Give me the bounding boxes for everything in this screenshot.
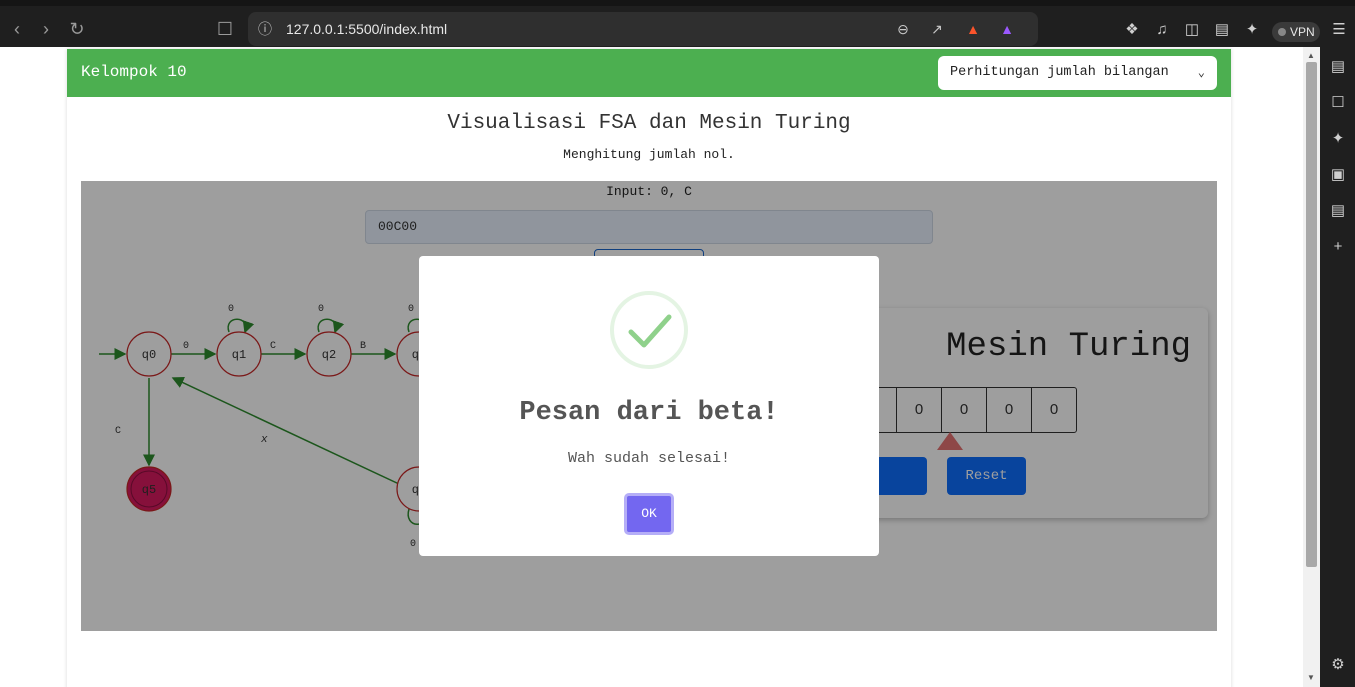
- address-bar[interactable]: ⓘ 127.0.0.1:5500/index.html ⊖ ↗ ▲ ▲: [248, 12, 1038, 46]
- vpn-button[interactable]: VPN: [1272, 22, 1320, 42]
- wallet-icon[interactable]: ▤: [1212, 20, 1232, 40]
- brave-shield-icon[interactable]: ▲: [964, 20, 982, 38]
- browser-side-panel: ▤ ☐ ✦ ▣ ▤ + ⚙: [1320, 47, 1355, 687]
- share-icon[interactable]: ↗: [928, 20, 946, 38]
- chevron-down-icon: ⌄: [1197, 66, 1205, 80]
- leo-ai-icon[interactable]: ✦: [1242, 20, 1262, 40]
- page-viewport: Kelompok 10 Perhitungan jumlah bilangan …: [0, 47, 1303, 687]
- page-scrollbar[interactable]: ▲ ▼: [1303, 47, 1320, 687]
- reload-icon[interactable]: ↻: [66, 18, 88, 40]
- media-icon[interactable]: ♫: [1152, 20, 1172, 40]
- extensions-icon[interactable]: ❖: [1122, 20, 1142, 40]
- brand-title: Kelompok 10: [81, 63, 187, 81]
- page-subtitle: Menghitung jumlah nol.: [563, 147, 735, 162]
- brave-rewards-icon[interactable]: ▲: [998, 20, 1016, 38]
- bookmarks-panel-icon[interactable]: ☐: [1328, 93, 1348, 113]
- back-icon[interactable]: ‹: [6, 18, 28, 40]
- app-container: Kelompok 10 Perhitungan jumlah bilangan …: [67, 49, 1231, 687]
- modal-title: Pesan dari beta!: [519, 398, 779, 428]
- site-info-icon[interactable]: ⓘ: [256, 20, 274, 38]
- playlist-icon[interactable]: ▣: [1328, 165, 1348, 185]
- url-text: 127.0.0.1:5500/index.html: [286, 21, 448, 37]
- settings-gear-icon[interactable]: ⚙: [1328, 655, 1348, 675]
- mode-select[interactable]: Perhitungan jumlah bilangan ⌄: [938, 56, 1217, 90]
- mode-select-value: Perhitungan jumlah bilangan: [950, 65, 1169, 80]
- browser-toolbar: ‹ › ↻ ☐ ⓘ 127.0.0.1:5500/index.html ⊖ ↗ …: [0, 0, 1355, 47]
- menu-icon[interactable]: ☰: [1329, 20, 1349, 40]
- sidebar-toggle-icon[interactable]: ◫: [1182, 20, 1202, 40]
- modal-message: Wah sudah selesai!: [567, 450, 731, 467]
- scroll-up-icon[interactable]: ▲: [1307, 51, 1315, 60]
- reading-list-icon[interactable]: ▤: [1328, 57, 1348, 77]
- wallet-panel-icon[interactable]: ▤: [1328, 201, 1348, 221]
- add-panel-icon[interactable]: +: [1328, 237, 1348, 257]
- bookmark-icon[interactable]: ☐: [214, 18, 236, 40]
- ok-button[interactable]: OK: [624, 493, 674, 535]
- forward-icon[interactable]: ›: [35, 18, 57, 40]
- leo-panel-icon[interactable]: ✦: [1328, 129, 1348, 149]
- page-title: Visualisasi FSA dan Mesin Turing: [447, 112, 851, 135]
- scroll-thumb[interactable]: [1306, 62, 1317, 567]
- zoom-out-icon[interactable]: ⊖: [894, 20, 912, 38]
- app-header: Kelompok 10 Perhitungan jumlah bilangan …: [67, 49, 1231, 97]
- alert-modal: Pesan dari beta! Wah sudah selesai! OK: [419, 256, 879, 556]
- success-check-icon: [610, 291, 688, 369]
- scroll-down-icon[interactable]: ▼: [1307, 673, 1315, 682]
